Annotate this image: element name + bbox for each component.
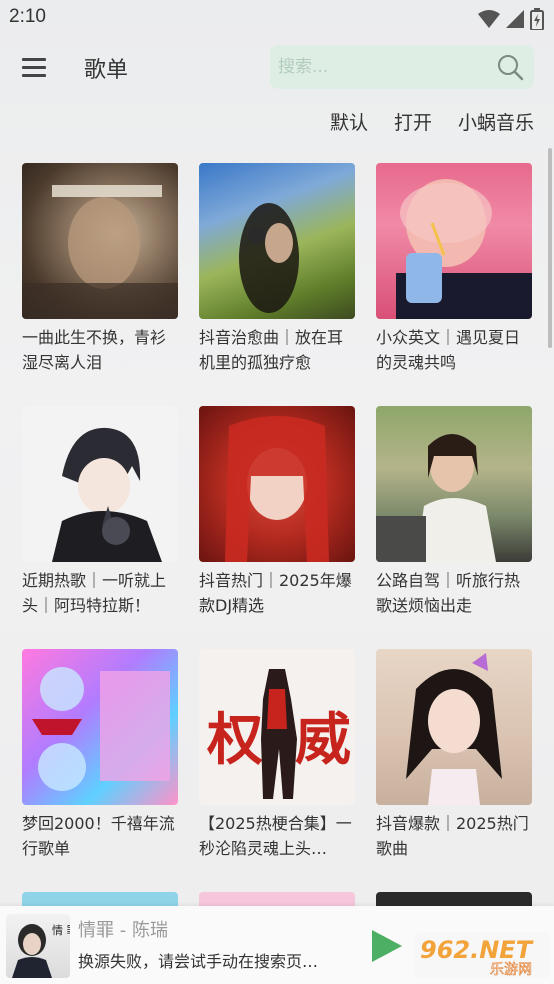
cover-image: 权 威 [206,669,351,799]
cover-image: 情 罪 [12,924,70,978]
cover-image [52,427,162,562]
app-header: 歌单 [0,40,554,96]
player-cover[interactable]: 情 罪 [6,914,70,978]
playlist-card[interactable]: 公路自驾｜听旅行热歌送烦恼出走 [376,406,532,618]
svg-text:威: 威 [295,707,351,773]
playlist-cover [376,649,532,805]
playlist-card[interactable]: 抖音治愈曲｜放在耳机里的孤独疗愈 [199,163,355,375]
playlist-card[interactable]: 抖音热门｜2025年爆款DJ精选 [199,406,355,618]
play-button[interactable] [366,926,406,966]
playlist-title: 抖音治愈曲｜放在耳机里的孤独疗愈 [199,328,344,372]
playlist-card[interactable]: 小众英文｜遇见夏日的灵魂共鸣 [376,163,532,375]
filter-xiaowo-music[interactable]: 小蜗音乐 [458,108,534,135]
signal-icon [506,10,524,28]
wifi-icon [478,10,500,28]
status-bar: 2:10 [0,0,554,36]
playlist-cover [199,406,355,562]
playlist-card[interactable]: 一曲此生不换，青衫湿尽离人泪 [22,163,178,375]
watermark-logo: 962.NET 乐游网 [414,926,550,980]
playlist-card[interactable]: 梦回2000！千禧年流行歌单 [22,649,178,861]
playlist-title: 公路自驾｜听旅行热歌送烦恼出走 [376,571,521,615]
playlist-card[interactable]: 权 威 【2025热梗合集】一秒沦陷灵魂上头… [199,649,355,861]
playlist-cover [22,406,178,562]
cover-image [239,203,299,313]
cover-image [396,179,532,319]
playlist-title: 一曲此生不换，青衫湿尽离人泪 [22,328,167,372]
cover-image [32,667,170,791]
hamburger-icon [22,58,46,77]
playlist-cover [199,163,355,319]
playlist-card[interactable]: 抖音爆款｜2025热门歌曲 [376,649,532,861]
cover-image [225,416,329,562]
svg-text:权: 权 [206,707,263,773]
search-input[interactable] [270,45,490,89]
cover-image [22,185,178,319]
cover-image [406,653,502,805]
playlist-title: 近期热歌｜一听就上头｜阿玛特拉斯！ [22,571,167,615]
status-icons [478,8,544,30]
filter-default[interactable]: 默认 [330,108,368,135]
playlist-cover [22,163,178,319]
battery-icon [530,8,544,30]
cover-text: 情 罪 [52,924,70,937]
playlist-title: 抖音热门｜2025年爆款DJ精选 [199,571,352,615]
playlist-title: 抖音爆款｜2025热门歌曲 [376,814,529,858]
status-time: 2:10 [9,6,46,27]
playlist-title: 小众英文｜遇见夏日的灵魂共鸣 [376,328,521,372]
filter-open[interactable]: 打开 [394,108,432,135]
menu-button[interactable] [16,50,52,86]
watermark-subtext: 乐游网 [490,962,532,978]
filter-tabs: 默认 打开 小蜗音乐 [330,108,534,135]
player-status-text: 换源失败，请尝试手动在搜索页… [78,952,319,971]
page-title: 歌单 [84,58,129,83]
search-box[interactable] [270,45,534,89]
playlist-card[interactable]: 近期热歌｜一听就上头｜阿玛特拉斯！ [22,406,178,618]
watermark-image: 962.NET 乐游网 [414,932,550,978]
playlist-cover [376,163,532,319]
watermark-text: 962.NET [420,936,534,964]
playlist-cover [376,406,532,562]
playlist-cover [22,649,178,805]
playlist-cover: 权 威 [199,649,355,805]
scrollbar[interactable] [548,148,552,348]
playlist-title: 梦回2000！千禧年流行歌单 [22,814,175,858]
search-icon[interactable] [496,53,524,81]
cover-image [376,434,496,562]
play-icon [372,930,402,962]
playlist-title: 【2025热梗合集】一秒沦陷灵魂上头… [199,814,352,858]
player-song-title: 情罪 - 陈瑞 [78,920,168,941]
